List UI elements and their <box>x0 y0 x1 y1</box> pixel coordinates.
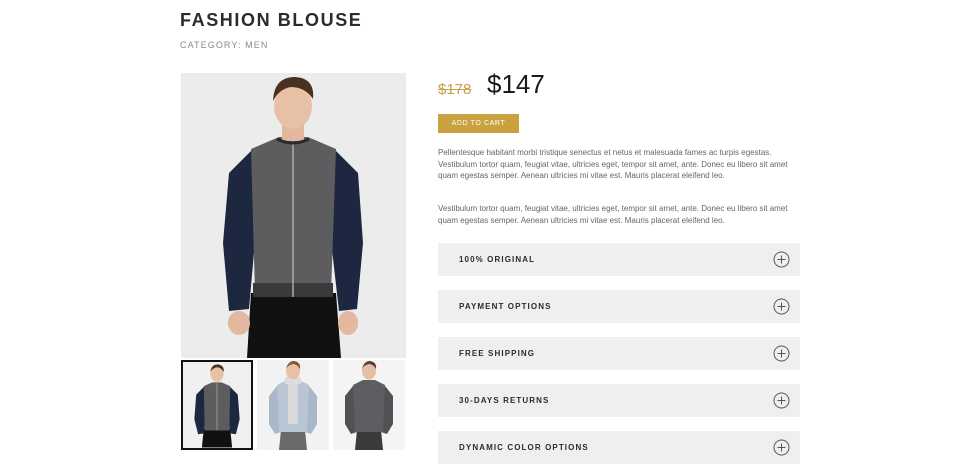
accordion-label: FREE SHIPPING <box>459 349 536 358</box>
description-paragraph-1: Pellentesque habitant morbi tristique se… <box>438 148 788 181</box>
thumbnail-3[interactable] <box>333 360 405 450</box>
accordion-item-original[interactable]: 100% ORIGINAL <box>438 243 800 276</box>
plus-circle-icon[interactable] <box>773 392 790 409</box>
plus-circle-icon[interactable] <box>773 439 790 456</box>
accordion-label: 30-DAYS RETURNS <box>459 396 550 405</box>
accordion-label: DYNAMIC COLOR OPTIONS <box>459 443 589 452</box>
accordion-item-free-shipping[interactable]: FREE SHIPPING <box>438 337 800 370</box>
product-category: CATEGORY: MEN <box>180 40 269 50</box>
thumbnail-1[interactable] <box>181 360 253 450</box>
add-to-cart-button[interactable]: ADD TO CART <box>438 114 519 133</box>
accordion-item-dynamic-color-options[interactable]: DYNAMIC COLOR OPTIONS <box>438 431 800 464</box>
accordion-item-payment-options[interactable]: PAYMENT OPTIONS <box>438 290 800 323</box>
plus-circle-icon[interactable] <box>773 298 790 315</box>
product-title: FASHION BLOUSE <box>180 10 363 30</box>
description-paragraph-2: Vestibulum tortor quam, feugiat vitae, u… <box>438 204 788 225</box>
old-price: $178 <box>438 81 472 98</box>
plus-circle-icon[interactable] <box>773 251 790 268</box>
accordion-item-returns[interactable]: 30-DAYS RETURNS <box>438 384 800 417</box>
thumbnail-2[interactable] <box>257 360 329 450</box>
accordion-label: 100% ORIGINAL <box>459 255 536 264</box>
main-product-image <box>181 73 406 358</box>
plus-circle-icon[interactable] <box>773 345 790 362</box>
current-price: $147 <box>487 69 545 99</box>
accordion-label: PAYMENT OPTIONS <box>459 302 552 311</box>
